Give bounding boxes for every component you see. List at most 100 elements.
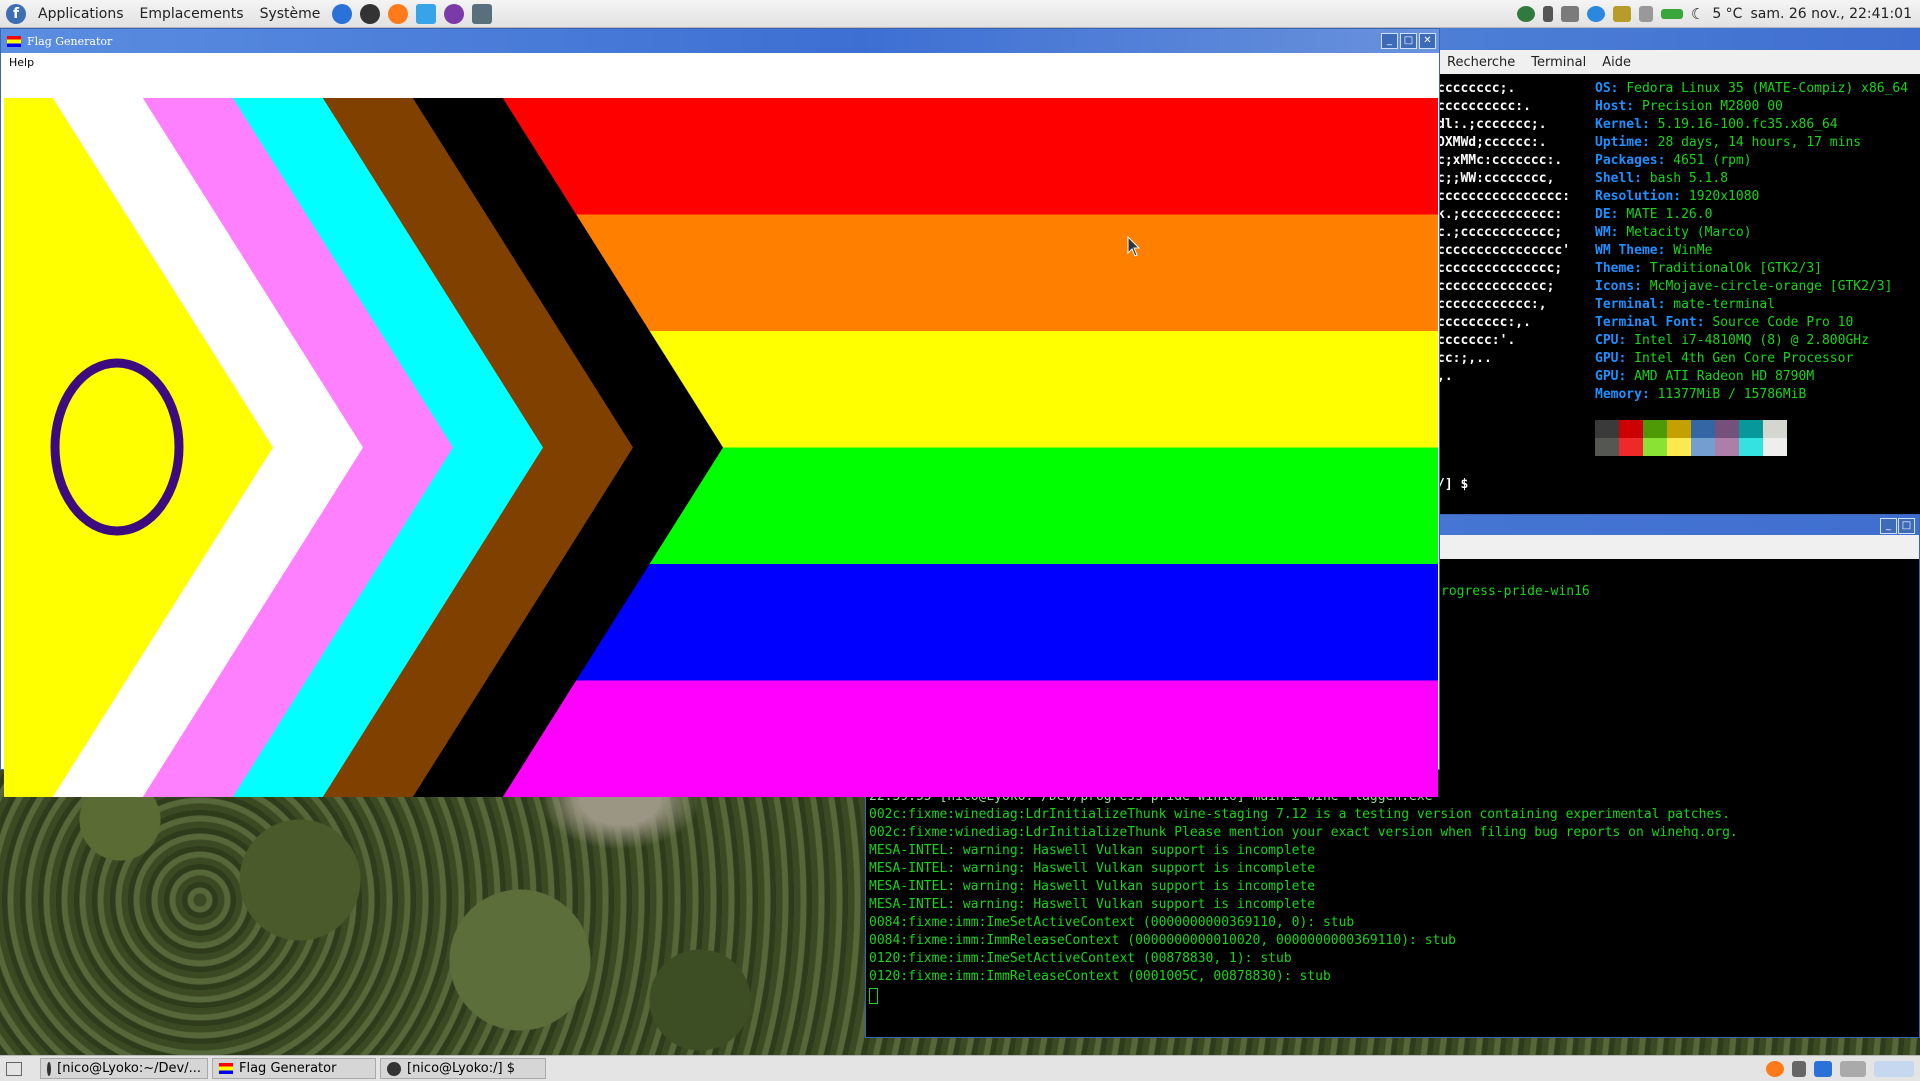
task-flag-generator[interactable]: Flag Generator — [212, 1058, 376, 1079]
palette-swatch — [1763, 438, 1787, 456]
chat-launcher-icon[interactable] — [444, 3, 465, 24]
logo-line: cccccccc;. — [1437, 81, 1516, 96]
terminal-menubar: Recherche Terminal Aide — [1437, 50, 1920, 74]
menu-applications[interactable]: Applications — [30, 6, 132, 22]
minimize-button[interactable]: _ — [1880, 518, 1897, 534]
discord-icon[interactable] — [1560, 5, 1579, 22]
terminal-icon — [47, 1061, 52, 1076]
logo-line: ccccccc:'. — [1437, 333, 1516, 348]
palette-swatch — [1763, 420, 1787, 438]
maximize-button[interactable]: □ — [1898, 518, 1915, 534]
terminal-line: 0084:fixme:imm:ImmReleaseContext (000000… — [869, 933, 1456, 948]
terminal-path-fragment: rogress-pride-win16 — [1441, 584, 1590, 599]
info-row: Terminal Font: Source Code Pro 10 — [1595, 315, 1854, 330]
top-panel: f Applications Emplacements Système ☾ 5 … — [0, 0, 1920, 28]
logo-line: k.;cccccccccccc: — [1437, 207, 1563, 222]
wifi-icon[interactable] — [1638, 5, 1653, 22]
info-row: DE: MATE 1.26.0 — [1595, 207, 1713, 222]
moon-icon: ☾ — [1690, 4, 1705, 23]
task-label: Flag Generator — [239, 1061, 337, 1076]
workspace-switcher[interactable] — [1874, 1060, 1914, 1077]
maximize-button[interactable]: □ — [1400, 33, 1417, 49]
logo-line: ,. — [1437, 369, 1453, 384]
palette-swatch — [1667, 438, 1691, 456]
palette-swatch — [1595, 420, 1619, 438]
flag-canvas[interactable] — [4, 98, 1438, 797]
show-desktop-icon[interactable] — [6, 1061, 22, 1076]
color-palette — [1595, 420, 1787, 456]
logo-line: cccccccccc:. — [1437, 99, 1531, 114]
workspace-1-icon[interactable] — [1814, 1060, 1832, 1077]
palette-swatch — [1691, 420, 1715, 438]
mail-launcher-icon[interactable] — [416, 3, 437, 24]
flag-generator-window: Flag Generator _ □ ✕ Help — [0, 28, 1440, 797]
palette-swatch — [1643, 420, 1667, 438]
logo-line: dl:.;ccccccc;. — [1437, 117, 1547, 132]
flag-app-icon — [219, 1063, 233, 1074]
terminal-line: 0084:fixme:imm:ImeSetActiveContext (0000… — [869, 915, 1355, 930]
info-row: WM: Metacity (Marco) — [1595, 225, 1752, 240]
logo-line: c.;cccccccccccc; — [1437, 225, 1563, 240]
terminal-line: MESA-INTEL: warning: Haswell Vulkan supp… — [869, 861, 1316, 876]
app-icon[interactable] — [1792, 1060, 1806, 1077]
clock[interactable]: sam. 26 nov., 22:41:01 — [1750, 6, 1912, 22]
update-icon[interactable] — [1612, 5, 1631, 22]
browser-launcher-icon[interactable] — [332, 3, 353, 24]
menu-terminal[interactable]: Terminal — [1531, 55, 1586, 70]
weather-temperature[interactable]: 5 °C — [1712, 6, 1742, 22]
task-label: [nico@Lyoko:/] $ — [407, 1061, 515, 1076]
terminal-window-neofetch: Recherche Terminal Aide cccccccc;. cccccc… — [1437, 28, 1920, 514]
fedora-logo-icon[interactable]: f — [6, 3, 26, 24]
terminal-output[interactable]: COPYING flaggen.exe progress_pride_v1.im… — [869, 770, 1738, 986]
menu-system[interactable]: Système — [252, 6, 329, 22]
terminal-cursor — [869, 988, 878, 1004]
neofetch-info: OS: Fedora Linux 35 (MATE-Compiz) x86_64… — [1595, 80, 1908, 404]
logo-line: c;xMMc:ccccccc:. — [1437, 153, 1563, 168]
menu-places[interactable]: Emplacements — [132, 6, 252, 22]
bluetooth-icon[interactable] — [1542, 5, 1553, 22]
logo-line: cc:;,.. — [1437, 351, 1492, 366]
close-button[interactable]: ✕ — [1419, 33, 1436, 49]
logo-line: cccccccccccc:, — [1437, 297, 1547, 312]
info-row: WM Theme: WinMe — [1595, 243, 1713, 258]
task-terminal-root[interactable]: [nico@Lyoko:/] $ — [380, 1058, 546, 1079]
menu-search[interactable]: Recherche — [1447, 55, 1515, 70]
firefox-launcher-icon[interactable] — [388, 3, 409, 24]
window-title: Flag Generator — [27, 34, 113, 48]
firefox-icon[interactable] — [1766, 1060, 1784, 1077]
terminal-titlebar[interactable] — [1437, 28, 1920, 50]
workspace-2-icon[interactable] — [1840, 1060, 1866, 1077]
logo-line — [1437, 404, 1570, 422]
neofetch-logo: cccccccc;. cccccccccc:. dl:.;ccccccc;. OXMW… — [1437, 80, 1570, 494]
terminal-line: MESA-INTEL: warning: Haswell Vulkan supp… — [869, 879, 1316, 894]
logo-line: cccccccccccccccc' — [1437, 243, 1571, 258]
app-launcher-icon[interactable] — [472, 3, 493, 24]
menu-help[interactable]: Help — [9, 56, 34, 69]
terminal-line: 0120:fixme:imm:ImeSetActiveContext (0087… — [869, 951, 1292, 966]
logo-line — [1437, 386, 1570, 404]
info-row: GPU: Intel 4th Gen Core Processor — [1595, 351, 1854, 366]
task-terminal-dev[interactable]: [nico@Lyoko:~/Dev/... — [40, 1058, 208, 1079]
terminal-line: 002c:fixme:winediag:LdrInitializeThunk w… — [869, 807, 1730, 822]
palette-swatch — [1595, 438, 1619, 456]
menu-help[interactable]: Aide — [1602, 55, 1631, 70]
palette-swatch — [1715, 438, 1739, 456]
window-titlebar[interactable]: Flag Generator _ □ ✕ — [1, 29, 1439, 53]
cloud-icon[interactable] — [1586, 5, 1605, 22]
info-row: GPU: AMD ATI Radeon HD 8790M — [1595, 369, 1815, 384]
logo-line — [1437, 422, 1570, 440]
tray-app-icon[interactable] — [1516, 5, 1535, 22]
palette-swatch — [1643, 438, 1667, 456]
battery-icon[interactable] — [1660, 8, 1683, 19]
terminal-line: MESA-INTEL: warning: Haswell Vulkan supp… — [869, 897, 1316, 912]
palette-swatch — [1739, 438, 1763, 456]
terminal-line: MESA-INTEL: warning: Haswell Vulkan supp… — [869, 843, 1316, 858]
palette-swatch — [1619, 420, 1643, 438]
info-row: Terminal: mate-terminal — [1595, 297, 1776, 312]
info-row: Kernel: 5.19.16-100.fc35.x86_64 — [1595, 117, 1838, 132]
info-row: Theme: TraditionalOk [GTK2/3] — [1595, 261, 1822, 276]
terminal-launcher-icon[interactable] — [360, 3, 381, 24]
info-row: Memory: 11377MiB / 15786MiB — [1595, 387, 1807, 402]
minimize-button[interactable]: _ — [1381, 33, 1398, 49]
info-row: OS: Fedora Linux 35 (MATE-Compiz) x86_64 — [1595, 81, 1909, 96]
